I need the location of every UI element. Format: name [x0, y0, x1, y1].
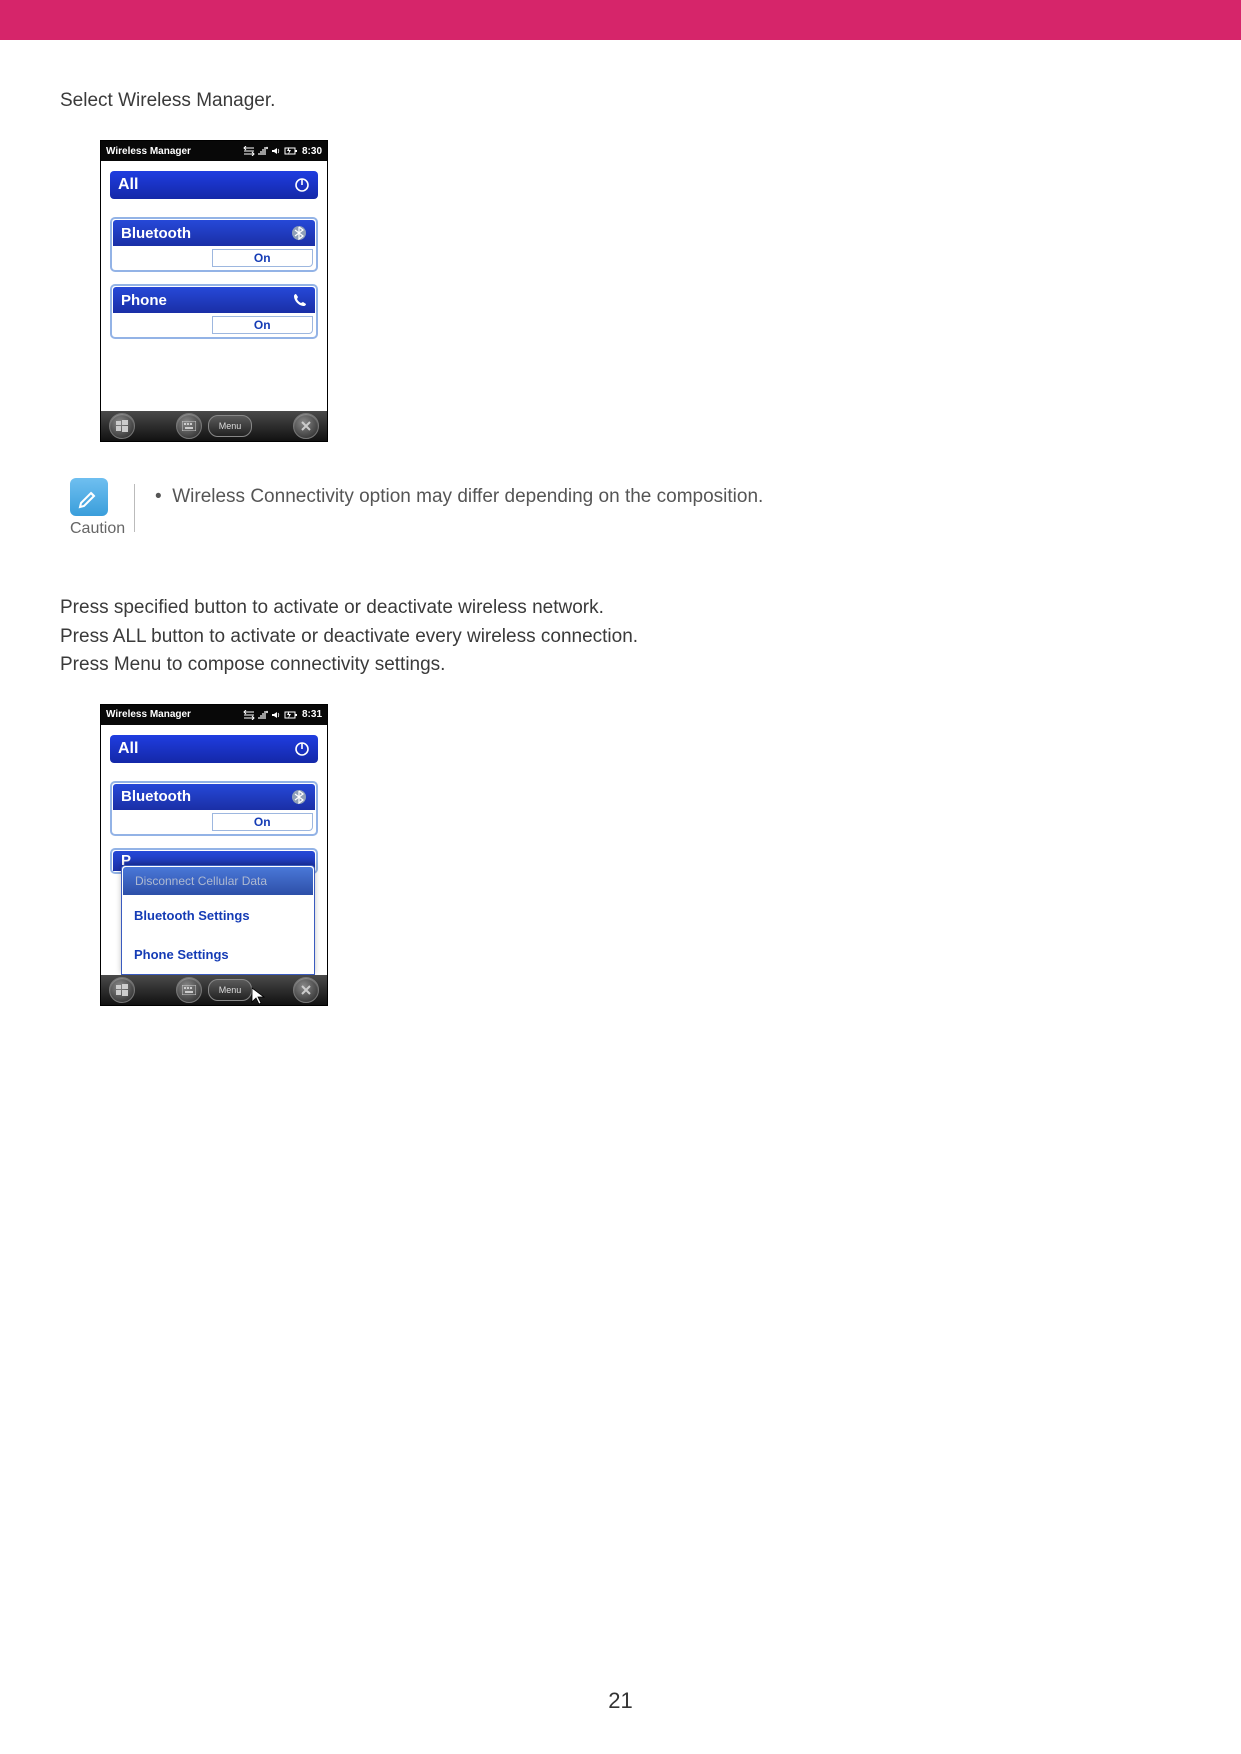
caution-box: Caution • Wireless Connectivity option m… [70, 478, 1181, 538]
wm2-title-bar: Wireless Manager 8:31 [101, 705, 327, 725]
volume-icon [271, 710, 281, 720]
start-button[interactable] [109, 413, 135, 439]
all-label-2: All [118, 740, 138, 758]
bluetooth-icon [291, 789, 307, 805]
close-button-2[interactable] [293, 977, 319, 1003]
start-button-2[interactable] [109, 977, 135, 1003]
wm2-clock: 8:31 [302, 709, 322, 720]
menu-button[interactable]: Menu [208, 415, 253, 437]
keyboard-button-2[interactable] [176, 977, 202, 1003]
menu-label: Menu [219, 421, 242, 431]
close-icon [300, 984, 312, 996]
wm-clock: 8:30 [302, 146, 322, 157]
screenshot-wireless-manager-1: Wireless Manager 8:30 All Bluetooth [100, 140, 328, 442]
wm-title: Wireless Manager [106, 146, 191, 157]
volume-icon [271, 146, 281, 156]
menu-label-2: Menu [219, 985, 242, 995]
bluetooth-icon [291, 225, 307, 241]
instruction-line-1: Press specified button to activate or de… [60, 594, 1181, 623]
caution-text: • Wireless Connectivity option may diffe… [155, 478, 763, 508]
instruction-line-2: Press ALL button to activate or deactiva… [60, 623, 1181, 652]
screenshot-wireless-manager-2: Wireless Manager 8:31 All Bluetooth [100, 704, 328, 1006]
bluetooth-state-2: On [212, 813, 314, 831]
pencil-icon [77, 485, 101, 509]
all-button[interactable]: All [110, 171, 318, 199]
bluetooth-label: Bluetooth [121, 225, 191, 242]
bluetooth-label-2: Bluetooth [121, 788, 191, 805]
document-top-bar [0, 0, 1241, 40]
signal-icon [258, 710, 268, 720]
windows-icon [115, 419, 129, 433]
phone-label: Phone [121, 292, 167, 309]
menu-item-phone-settings[interactable]: Phone Settings [122, 935, 314, 974]
keyboard-icon [182, 421, 196, 431]
menu-item-bt-settings[interactable]: Bluetooth Settings [122, 896, 314, 935]
all-label: All [118, 176, 138, 194]
phone-state: On [212, 316, 314, 334]
caution-icon [70, 478, 108, 516]
power-icon [294, 741, 310, 757]
bluetooth-item[interactable]: Bluetooth On [110, 217, 318, 272]
all-button-2[interactable]: All [110, 735, 318, 763]
close-icon [300, 420, 312, 432]
signal-icon [258, 146, 268, 156]
wm-bottom-bar: Menu [101, 411, 327, 441]
connectivity-icon [243, 146, 255, 156]
instruction-line-3: Press Menu to compose connectivity setti… [60, 651, 1181, 680]
wm-title-bar: Wireless Manager 8:30 [101, 141, 327, 161]
keyboard-icon [182, 985, 196, 995]
menu-popup: Disconnect Cellular Data Bluetooth Setti… [121, 865, 315, 975]
divider [134, 484, 135, 532]
battery-icon [284, 710, 298, 720]
windows-icon [115, 983, 129, 997]
wm2-title: Wireless Manager [106, 709, 191, 720]
cursor-icon [251, 987, 265, 1005]
connectivity-icon [243, 710, 255, 720]
phone-item[interactable]: Phone On [110, 284, 318, 339]
page-number: 21 [0, 1688, 1241, 1714]
caution-label: Caution [70, 520, 120, 538]
instruction-paragraph: Press specified button to activate or de… [60, 594, 1181, 680]
instruction-select-wm: Select Wireless Manager. [60, 90, 1181, 112]
menu-item-disconnect[interactable]: Disconnect Cellular Data [123, 867, 313, 895]
bluetooth-item-2[interactable]: Bluetooth On [110, 781, 318, 836]
keyboard-button[interactable] [176, 413, 202, 439]
phone-icon [293, 293, 307, 307]
menu-button-2[interactable]: Menu [208, 979, 253, 1001]
power-icon [294, 177, 310, 193]
close-button[interactable] [293, 413, 319, 439]
battery-icon [284, 146, 298, 156]
bluetooth-state: On [212, 249, 314, 267]
wm2-bottom-bar: Menu [101, 975, 327, 1005]
